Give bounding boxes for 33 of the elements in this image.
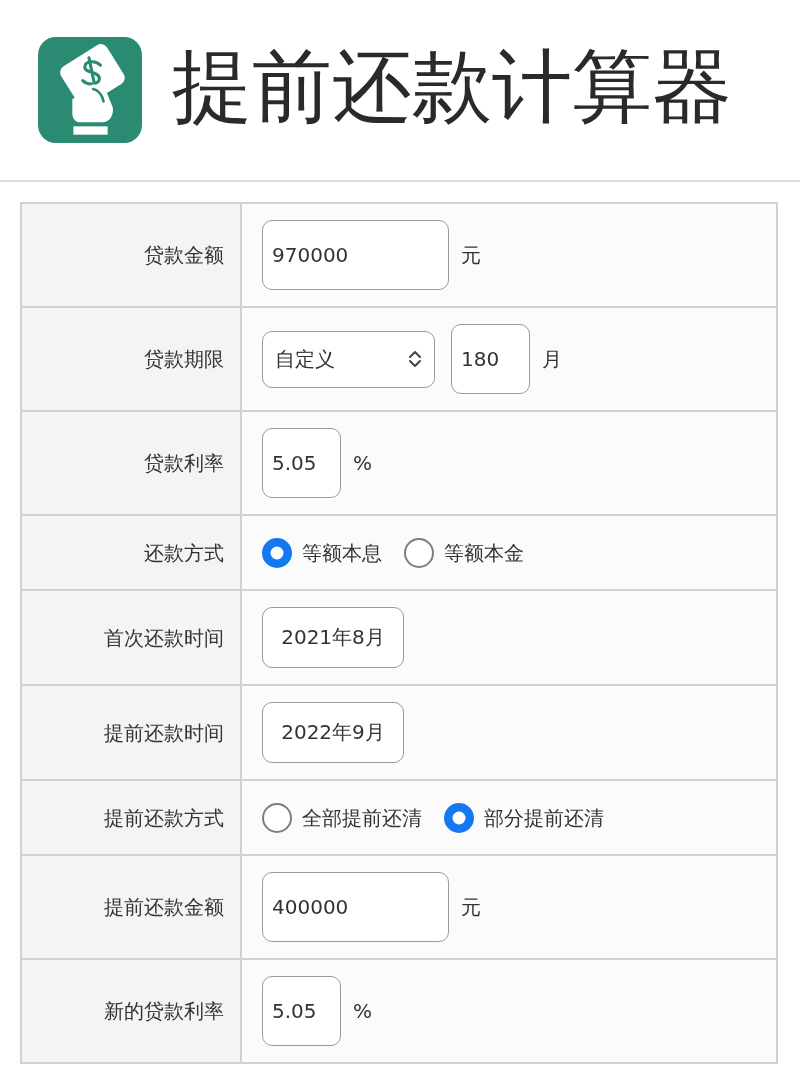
option-label[interactable]: 等额本金 (444, 537, 524, 568)
amount-input[interactable]: 970000 (262, 220, 449, 290)
field-label: 提前还款金额 (104, 895, 224, 919)
amount-input[interactable]: 400000 (262, 872, 449, 942)
unit-label: 元 (461, 242, 481, 269)
date-field[interactable]: 2022年9月 (262, 702, 404, 763)
rate-input[interactable]: 5.05 (262, 976, 341, 1046)
field-label: 提前还款时间 (104, 720, 224, 745)
radio-button[interactable] (444, 802, 474, 833)
date-field[interactable]: 2021年8月 (262, 607, 404, 668)
unit-label: % (353, 998, 372, 1025)
months-input[interactable]: 180 (451, 324, 530, 394)
field-label: 贷款金额 (144, 243, 224, 267)
radio-button[interactable] (262, 802, 292, 833)
up-down-chevron-icon (408, 350, 422, 368)
option-label[interactable]: 全部提前还清 (302, 802, 422, 833)
option-label[interactable]: 部分提前还清 (484, 802, 604, 833)
unit-label: 月 (542, 346, 562, 373)
term-select[interactable]: 自定义 (262, 330, 435, 388)
field-label: 提前还款方式 (104, 805, 224, 830)
option-label[interactable]: 等额本息 (302, 537, 382, 568)
field-label: 新的贷款利率 (104, 999, 224, 1023)
app-logo-icon (38, 37, 142, 143)
radio-button[interactable] (262, 537, 292, 568)
unit-label: % (353, 450, 372, 477)
app-title: 提前还款计算器 (172, 47, 732, 127)
field-label: 贷款期限 (144, 347, 224, 371)
rate-input[interactable]: 5.05 (262, 428, 341, 498)
radio-button[interactable] (404, 537, 434, 568)
field-label: 贷款利率 (144, 451, 224, 475)
unit-label: 元 (461, 894, 481, 921)
field-label: 首次还款时间 (104, 625, 224, 650)
field-label: 还款方式 (144, 540, 224, 565)
